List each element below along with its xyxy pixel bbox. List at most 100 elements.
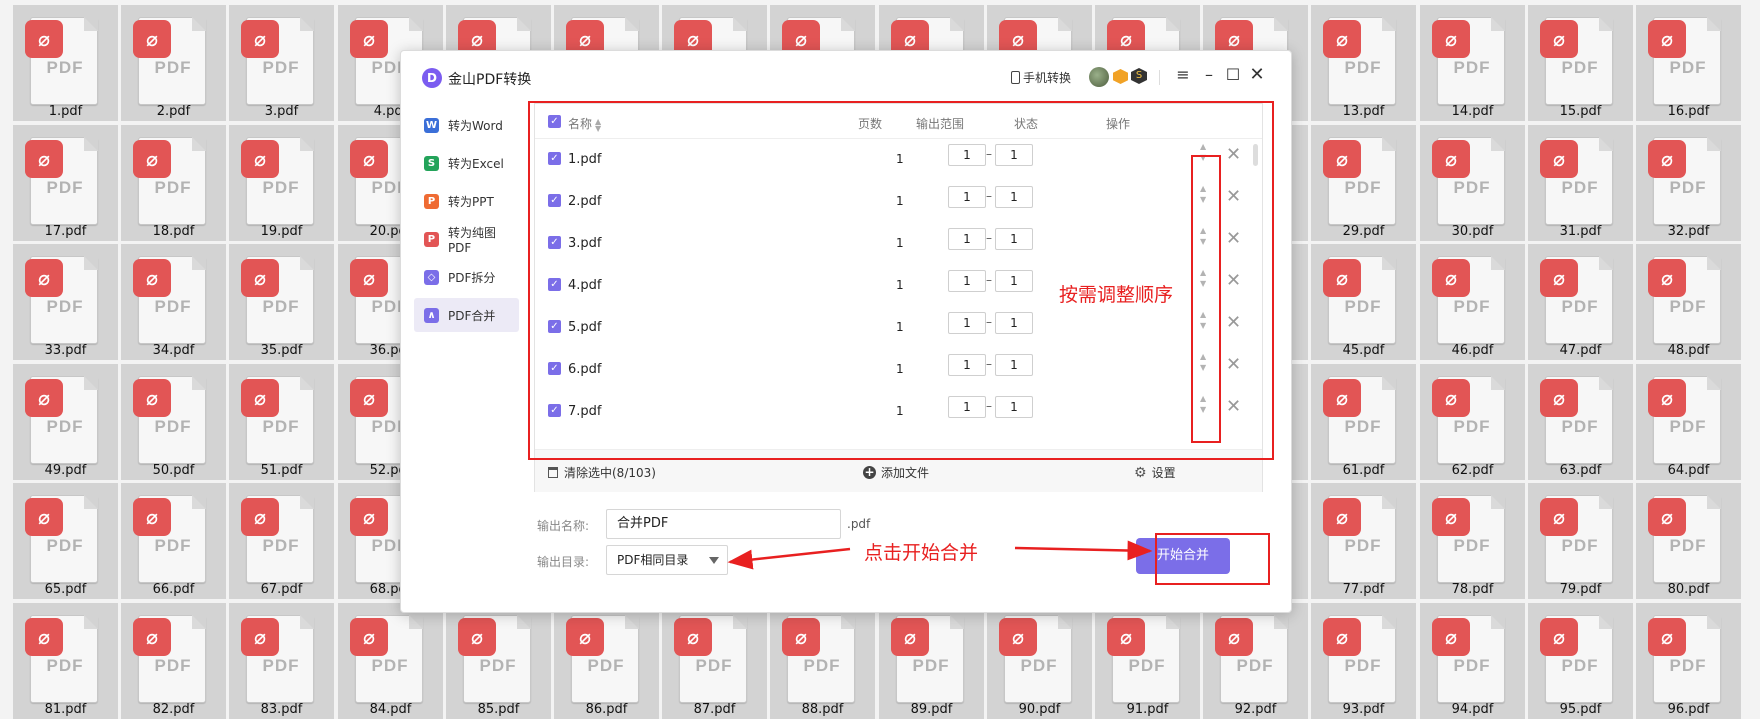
pdf-file-tile[interactable]: ⌀ PDF 29.pdf xyxy=(1311,125,1416,241)
pdf-logo-icon: ⌀ xyxy=(1215,618,1253,656)
pdf-file-tile[interactable]: ⌀ PDF 18.pdf xyxy=(121,125,226,241)
close-icon[interactable]: ✕ xyxy=(1247,65,1267,85)
sidebar-item[interactable]: ∧ PDF合并 xyxy=(414,298,519,332)
phone-convert-button[interactable]: 手机转换 xyxy=(1011,69,1071,86)
maximize-icon[interactable]: ☐ xyxy=(1223,65,1243,85)
file-name: 94.pdf xyxy=(1451,702,1494,717)
pdf-logo-icon: ⌀ xyxy=(25,498,63,536)
file-name: 3.pdf xyxy=(264,104,299,119)
pdf-file-tile[interactable]: ⌀ PDF 14.pdf xyxy=(1420,5,1525,121)
pdf-type-label: PDF xyxy=(262,536,300,555)
file-name: 61.pdf xyxy=(1342,463,1385,478)
sidebar-item-label: PDF合并 xyxy=(448,308,496,323)
pdf-file-tile[interactable]: ⌀ PDF 19.pdf xyxy=(229,125,334,241)
output-name-input[interactable]: 合并PDF xyxy=(606,509,841,539)
pdf-file-tile[interactable]: ⌀ PDF 17.pdf xyxy=(13,125,118,241)
pdf-logo-icon: ⌀ xyxy=(1540,498,1578,536)
pdf-file-tile[interactable]: ⌀ PDF 81.pdf xyxy=(13,603,118,719)
pdf-file-tile[interactable]: ⌀ PDF 86.pdf xyxy=(554,603,659,719)
pdf-type-label: PDF xyxy=(587,656,625,675)
pdf-type-label: PDF xyxy=(262,297,300,316)
sidebar-item[interactable]: W 转为Word xyxy=(414,108,519,142)
menu-icon[interactable]: ≡ xyxy=(1173,65,1193,85)
pdf-file-tile[interactable]: ⌀ PDF 51.pdf xyxy=(229,364,334,480)
sidebar-item[interactable]: P 转为PPT xyxy=(414,184,519,218)
pdf-file-tile[interactable]: ⌀ PDF 78.pdf xyxy=(1420,483,1525,599)
file-name: 31.pdf xyxy=(1559,224,1602,239)
pdf-type-label: PDF xyxy=(46,417,84,436)
minimize-icon[interactable]: – xyxy=(1199,65,1219,85)
pdf-file-tile[interactable]: ⌀ PDF 93.pdf xyxy=(1311,603,1416,719)
pdf-logo-icon: ⌀ xyxy=(782,618,820,656)
file-name: 83.pdf xyxy=(260,702,303,717)
annotation-click-text: 点击开始合并 xyxy=(864,542,979,564)
file-name: 85.pdf xyxy=(477,702,520,717)
sidebar-item[interactable]: ◇ PDF拆分 xyxy=(414,260,519,294)
pdf-type-label: PDF xyxy=(695,656,733,675)
pdf-file-tile[interactable]: ⌀ PDF 65.pdf xyxy=(13,483,118,599)
file-name: 33.pdf xyxy=(44,343,87,358)
svip-badge-icon[interactable]: S xyxy=(1131,68,1147,84)
pdf-file-tile[interactable]: ⌀ PDF 88.pdf xyxy=(770,603,875,719)
pdf-logo-icon: ⌀ xyxy=(25,379,63,417)
output-name-label: 输出名称: xyxy=(537,519,590,533)
pdf-file-tile[interactable]: ⌀ PDF 66.pdf xyxy=(121,483,226,599)
sidebar-item[interactable]: S 转为Excel xyxy=(414,146,519,180)
file-name: 84.pdf xyxy=(369,702,412,717)
pdf-file-tile[interactable]: ⌀ PDF 31.pdf xyxy=(1528,125,1633,241)
pdf-file-tile[interactable]: ⌀ PDF 61.pdf xyxy=(1311,364,1416,480)
settings-button[interactable]: ⚙ 设置 xyxy=(1134,464,1176,481)
app-title: 金山PDF转换 xyxy=(448,72,532,88)
pdf-file-tile[interactable]: ⌀ PDF 15.pdf xyxy=(1528,5,1633,121)
pdf-file-tile[interactable]: ⌀ PDF 16.pdf xyxy=(1636,5,1741,121)
avatar[interactable] xyxy=(1089,67,1109,87)
output-dir-select[interactable]: PDF相同目录 xyxy=(606,545,728,575)
pdf-file-tile[interactable]: ⌀ PDF 30.pdf xyxy=(1420,125,1525,241)
pdf-file-tile[interactable]: ⌀ PDF 84.pdf xyxy=(338,603,443,719)
pdf-file-tile[interactable]: ⌀ PDF 2.pdf xyxy=(121,5,226,121)
pdf-file-tile[interactable]: ⌀ PDF 32.pdf xyxy=(1636,125,1741,241)
pdf-file-tile[interactable]: ⌀ PDF 33.pdf xyxy=(13,244,118,360)
gear-icon: ⚙ xyxy=(1134,464,1147,481)
pdf-file-tile[interactable]: ⌀ PDF 63.pdf xyxy=(1528,364,1633,480)
pdf-file-tile[interactable]: ⌀ PDF 77.pdf xyxy=(1311,483,1416,599)
vip-badge-icon[interactable] xyxy=(1113,69,1128,84)
pdf-file-tile[interactable]: ⌀ PDF 45.pdf xyxy=(1311,244,1416,360)
pdf-file-tile[interactable]: ⌀ PDF 91.pdf xyxy=(1095,603,1200,719)
pdf-file-tile[interactable]: ⌀ PDF 50.pdf xyxy=(121,364,226,480)
pdf-logo-icon: ⌀ xyxy=(1540,379,1578,417)
pdf-file-tile[interactable]: ⌀ PDF 80.pdf xyxy=(1636,483,1741,599)
pdf-file-tile[interactable]: ⌀ PDF 67.pdf xyxy=(229,483,334,599)
pdf-file-tile[interactable]: ⌀ PDF 83.pdf xyxy=(229,603,334,719)
pdf-file-tile[interactable]: ⌀ PDF 79.pdf xyxy=(1528,483,1633,599)
sidebar-item[interactable]: P 转为纯图PDF xyxy=(414,222,519,256)
pdf-file-tile[interactable]: ⌀ PDF 96.pdf xyxy=(1636,603,1741,719)
pdf-file-tile[interactable]: ⌀ PDF 62.pdf xyxy=(1420,364,1525,480)
pdf-file-tile[interactable]: ⌀ PDF 64.pdf xyxy=(1636,364,1741,480)
pdf-file-tile[interactable]: ⌀ PDF 49.pdf xyxy=(13,364,118,480)
add-file-button[interactable]: + 添加文件 xyxy=(863,464,929,481)
pdf-file-tile[interactable]: ⌀ PDF 3.pdf xyxy=(229,5,334,121)
pdf-file-tile[interactable]: ⌀ PDF 48.pdf xyxy=(1636,244,1741,360)
pdf-file-tile[interactable]: ⌀ PDF 34.pdf xyxy=(121,244,226,360)
pdf-file-tile[interactable]: ⌀ PDF 13.pdf xyxy=(1311,5,1416,121)
pdf-file-tile[interactable]: ⌀ PDF 47.pdf xyxy=(1528,244,1633,360)
pdf-file-tile[interactable]: ⌀ PDF 85.pdf xyxy=(446,603,551,719)
pdf-file-tile[interactable]: ⌀ PDF 94.pdf xyxy=(1420,603,1525,719)
file-name: 18.pdf xyxy=(152,224,195,239)
file-name: 50.pdf xyxy=(152,463,195,478)
pdf-file-tile[interactable]: ⌀ PDF 95.pdf xyxy=(1528,603,1633,719)
pdf-type-label: PDF xyxy=(1453,656,1491,675)
pdf-file-tile[interactable]: ⌀ PDF 90.pdf xyxy=(987,603,1092,719)
pdf-file-tile[interactable]: ⌀ PDF 1.pdf xyxy=(13,5,118,121)
pdf-file-tile[interactable]: ⌀ PDF 87.pdf xyxy=(662,603,767,719)
image-pdf-icon: P xyxy=(424,231,439,247)
pdf-file-tile[interactable]: ⌀ PDF 46.pdf xyxy=(1420,244,1525,360)
pdf-file-tile[interactable]: ⌀ PDF 92.pdf xyxy=(1203,603,1308,719)
clear-selected-button[interactable]: 清除选中(8/103) xyxy=(548,464,656,481)
pdf-file-tile[interactable]: ⌀ PDF 35.pdf xyxy=(229,244,334,360)
pdf-file-tile[interactable]: ⌀ PDF 82.pdf xyxy=(121,603,226,719)
file-name: 67.pdf xyxy=(260,582,303,597)
pdf-file-tile[interactable]: ⌀ PDF 89.pdf xyxy=(879,603,984,719)
pdf-type-label: PDF xyxy=(1669,297,1707,316)
